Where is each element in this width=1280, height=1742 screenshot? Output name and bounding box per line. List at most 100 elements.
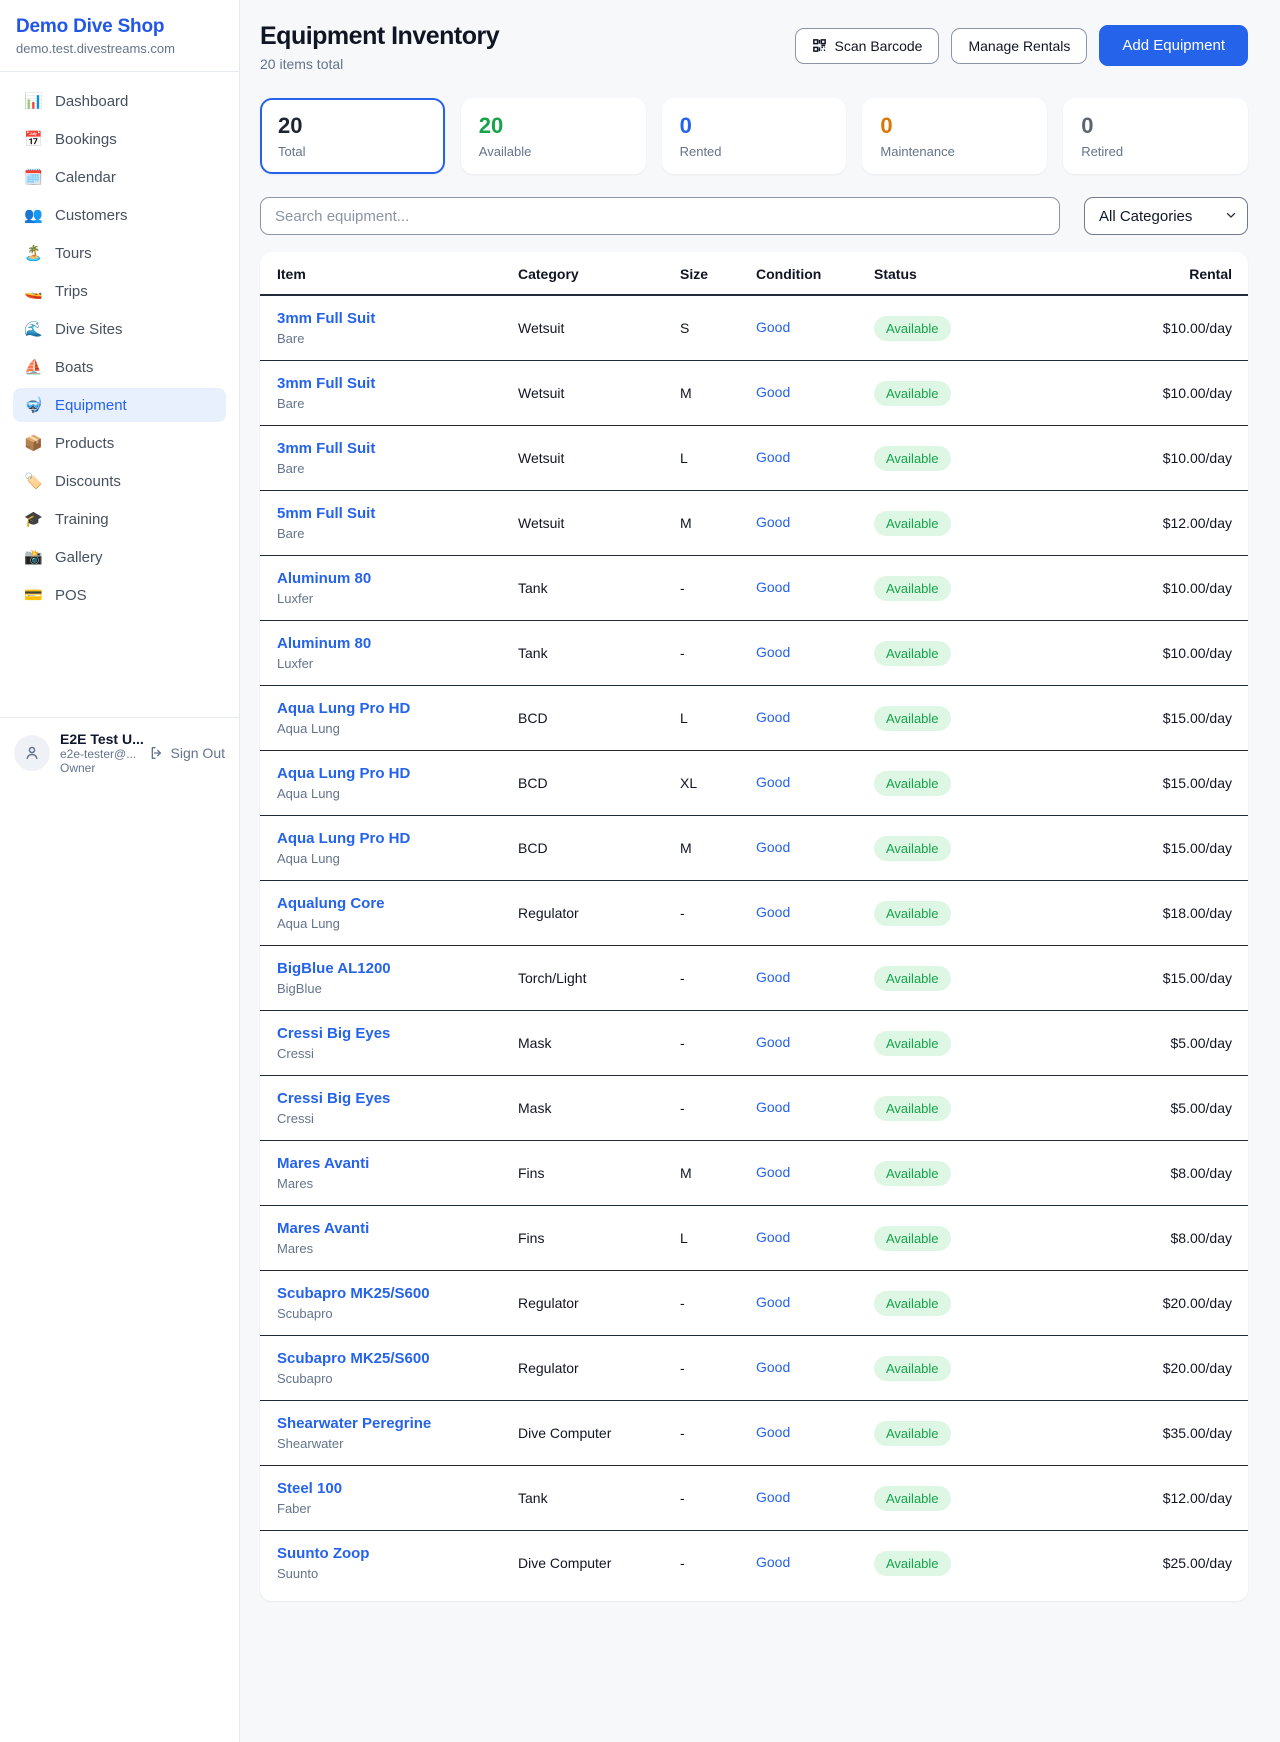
item-name-link[interactable]: Scubapro MK25/S600 — [277, 1285, 502, 1302]
sidebar-item-dashboard[interactable]: 📊 Dashboard — [13, 84, 226, 118]
status-badge: Available — [874, 771, 951, 796]
condition-link[interactable]: Good — [756, 319, 790, 335]
condition-link[interactable]: Good — [756, 644, 790, 660]
condition-link[interactable]: Good — [756, 384, 790, 400]
condition-link[interactable]: Good — [756, 1164, 790, 1180]
sidebar-item-gallery[interactable]: 📸 Gallery — [13, 540, 226, 574]
scan-barcode-button[interactable]: Scan Barcode — [795, 28, 940, 64]
condition-link[interactable]: Good — [756, 1359, 790, 1375]
item-name-link[interactable]: 3mm Full Suit — [277, 440, 502, 457]
sidebar: Demo Dive Shop demo.test.divestreams.com… — [0, 0, 240, 1742]
nav-item-label: Discounts — [55, 473, 121, 490]
item-name-link[interactable]: 3mm Full Suit — [277, 375, 502, 392]
condition-link[interactable]: Good — [756, 579, 790, 595]
condition-link[interactable]: Good — [756, 1294, 790, 1310]
sidebar-item-dive-sites[interactable]: 🌊 Dive Sites — [13, 312, 226, 346]
stat-card-retired[interactable]: 0 Retired — [1063, 98, 1248, 174]
sidebar-item-discounts[interactable]: 🏷️ Discounts — [13, 464, 226, 498]
item-name-link[interactable]: Mares Avanti — [277, 1220, 502, 1237]
stats-cards: 20 Total 20 Available 0 Rented 0 Mainten… — [260, 98, 1248, 174]
stat-card-maintenance[interactable]: 0 Maintenance — [862, 98, 1047, 174]
user-section: E2E Test U... e2e-tester@... Owner Sign … — [0, 717, 239, 788]
condition-link[interactable]: Good — [756, 1424, 790, 1440]
item-name-link[interactable]: Aqualung Core — [277, 895, 502, 912]
item-name-link[interactable]: Aqua Lung Pro HD — [277, 830, 502, 847]
sidebar-item-equipment[interactable]: 🤿 Equipment — [13, 388, 226, 422]
nav-item-label: Tours — [55, 245, 92, 262]
item-name-link[interactable]: Aluminum 80 — [277, 635, 502, 652]
status-badge: Available — [874, 1551, 951, 1576]
item-size: - — [672, 1401, 748, 1466]
item-name-link[interactable]: Aluminum 80 — [277, 570, 502, 587]
item-name-link[interactable]: Steel 100 — [277, 1480, 502, 1497]
brand-block: Demo Dive Shop demo.test.divestreams.com — [0, 0, 239, 72]
brand-name[interactable]: Demo Dive Shop — [16, 16, 223, 38]
item-size: - — [672, 1531, 748, 1596]
item-category: Mask — [510, 1011, 672, 1076]
nav-item-icon: 🏝️ — [24, 244, 42, 262]
condition-link[interactable]: Good — [756, 774, 790, 790]
item-name-link[interactable]: Aqua Lung Pro HD — [277, 700, 502, 717]
item-rental-price: $5.00/day — [1018, 1076, 1248, 1141]
item-category: Dive Computer — [510, 1531, 672, 1596]
item-name-link[interactable]: Cressi Big Eyes — [277, 1090, 502, 1107]
condition-link[interactable]: Good — [756, 1489, 790, 1505]
status-badge: Available — [874, 1031, 951, 1056]
item-name-link[interactable]: Suunto Zoop — [277, 1545, 502, 1562]
condition-link[interactable]: Good — [756, 1229, 790, 1245]
item-name-link[interactable]: Scubapro MK25/S600 — [277, 1350, 502, 1367]
condition-link[interactable]: Good — [756, 514, 790, 530]
sign-out-button[interactable]: Sign Out — [149, 745, 225, 761]
table-row: Scubapro MK25/S600 Scubapro Regulator - … — [260, 1271, 1248, 1336]
condition-link[interactable]: Good — [756, 709, 790, 725]
item-rental-price: $10.00/day — [1018, 295, 1248, 361]
stat-card-total[interactable]: 20 Total — [260, 98, 445, 174]
nav-item-label: Equipment — [55, 397, 127, 414]
search-input[interactable] — [260, 197, 1060, 235]
item-category: Tank — [510, 556, 672, 621]
condition-link[interactable]: Good — [756, 1099, 790, 1115]
sidebar-item-customers[interactable]: 👥 Customers — [13, 198, 226, 232]
table-row: 5mm Full Suit Bare Wetsuit M Good Availa… — [260, 491, 1248, 556]
sidebar-item-products[interactable]: 📦 Products — [13, 426, 226, 460]
status-badge: Available — [874, 1226, 951, 1251]
condition-link[interactable]: Good — [756, 969, 790, 985]
item-brand: Shearwater — [277, 1436, 502, 1451]
sidebar-item-bookings[interactable]: 📅 Bookings — [13, 122, 226, 156]
item-name-link[interactable]: Aqua Lung Pro HD — [277, 765, 502, 782]
condition-link[interactable]: Good — [756, 449, 790, 465]
column-header-condition: Condition — [748, 252, 866, 295]
stat-card-available[interactable]: 20 Available — [461, 98, 646, 174]
sidebar-item-boats[interactable]: ⛵ Boats — [13, 350, 226, 384]
item-rental-price: $15.00/day — [1018, 946, 1248, 1011]
add-equipment-button[interactable]: Add Equipment — [1099, 25, 1248, 66]
item-category: Wetsuit — [510, 491, 672, 556]
item-rental-price: $12.00/day — [1018, 1466, 1248, 1531]
stat-card-rented[interactable]: 0 Rented — [662, 98, 847, 174]
item-name-link[interactable]: 5mm Full Suit — [277, 505, 502, 522]
item-name-link[interactable]: 3mm Full Suit — [277, 310, 502, 327]
condition-link[interactable]: Good — [756, 1554, 790, 1570]
condition-link[interactable]: Good — [756, 839, 790, 855]
condition-link[interactable]: Good — [756, 1034, 790, 1050]
item-category: Wetsuit — [510, 295, 672, 361]
sidebar-item-tours[interactable]: 🏝️ Tours — [13, 236, 226, 270]
item-name-link[interactable]: Shearwater Peregrine — [277, 1415, 502, 1432]
condition-link[interactable]: Good — [756, 904, 790, 920]
sidebar-item-trips[interactable]: 🚤 Trips — [13, 274, 226, 308]
item-size: M — [672, 361, 748, 426]
sidebar-item-pos[interactable]: 💳 POS — [13, 578, 226, 612]
sidebar-item-training[interactable]: 🎓 Training — [13, 502, 226, 536]
item-size: - — [672, 1336, 748, 1401]
table-row: Mares Avanti Mares Fins L Good Available… — [260, 1206, 1248, 1271]
item-name-link[interactable]: Cressi Big Eyes — [277, 1025, 502, 1042]
item-name-link[interactable]: BigBlue AL1200 — [277, 960, 502, 977]
table-row: Cressi Big Eyes Cressi Mask - Good Avail… — [260, 1076, 1248, 1141]
manage-rentals-button[interactable]: Manage Rentals — [951, 28, 1087, 64]
nav-item-icon: 🌊 — [24, 320, 42, 338]
nav-item-icon: 📅 — [24, 130, 42, 148]
sidebar-item-calendar[interactable]: 🗓️ Calendar — [13, 160, 226, 194]
category-select[interactable]: All Categories — [1084, 197, 1248, 235]
item-name-link[interactable]: Mares Avanti — [277, 1155, 502, 1172]
item-brand: Scubapro — [277, 1371, 502, 1386]
